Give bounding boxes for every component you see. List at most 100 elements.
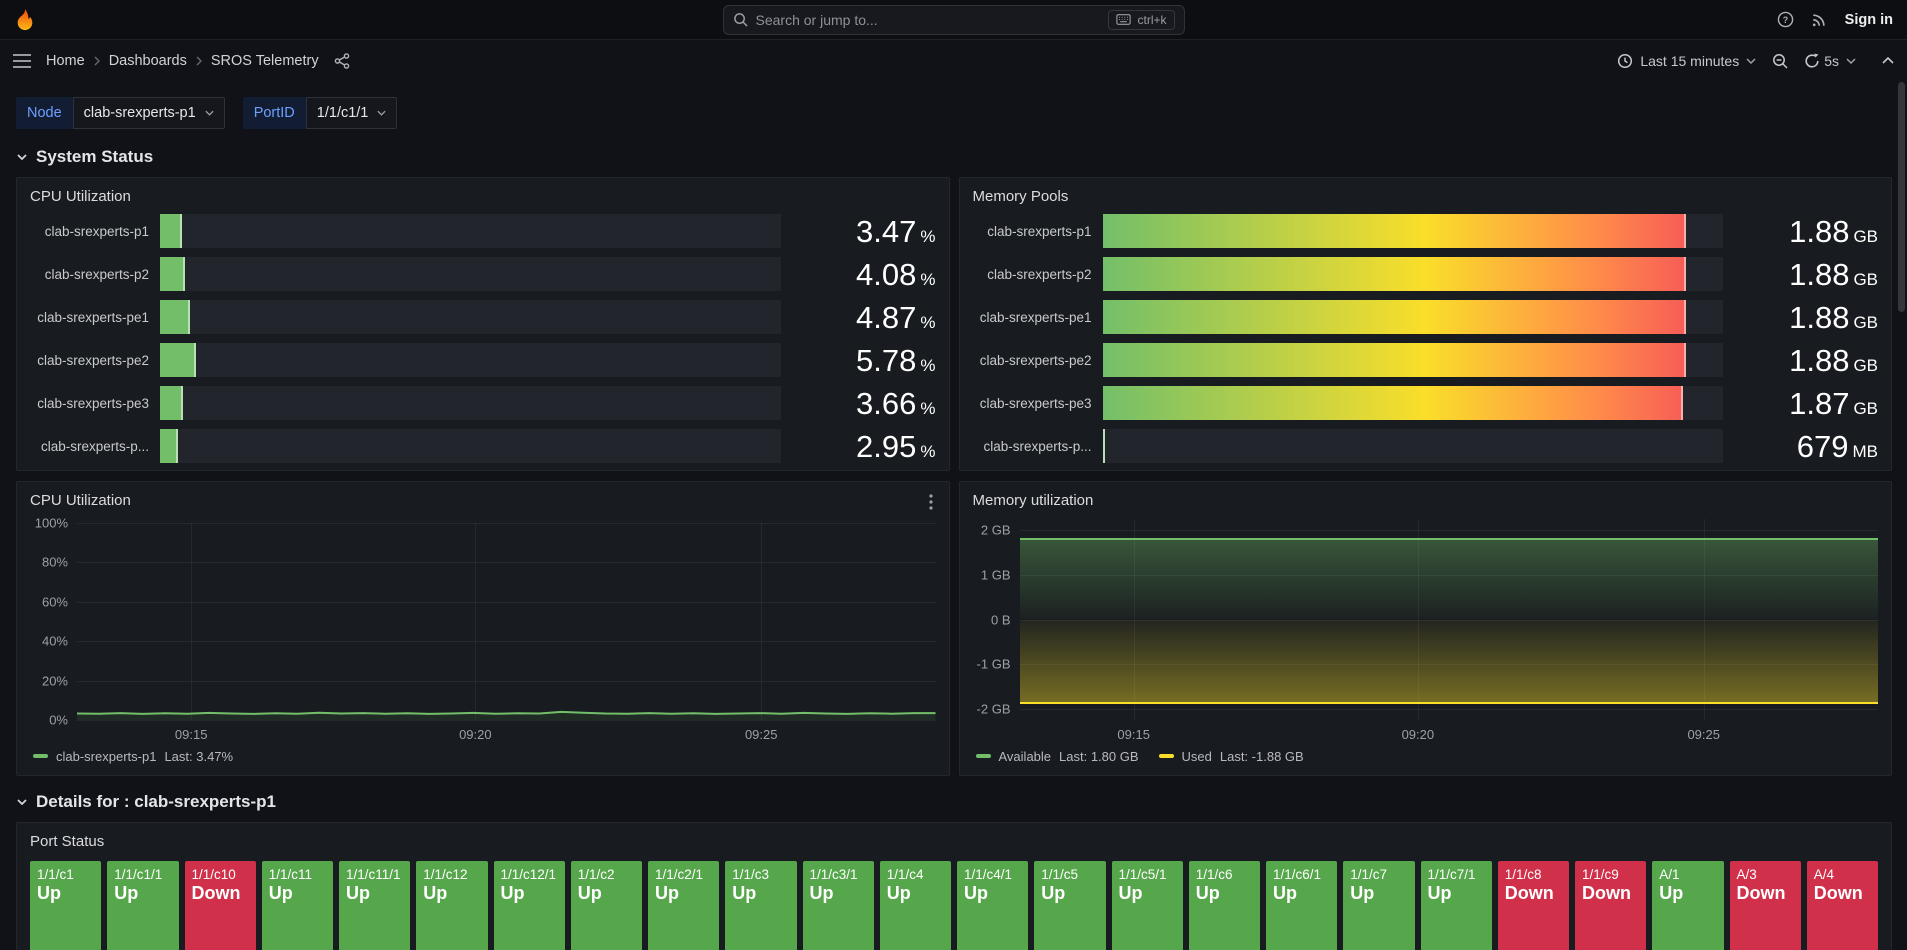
port-state: Up — [501, 883, 558, 904]
port-tile-A/3: A/3Down — [1730, 861, 1801, 950]
legend-item[interactable]: UsedLast: -1.88 GB — [1159, 749, 1304, 764]
refresh-icon[interactable] — [1804, 53, 1820, 69]
port-name: 1/1/c12 — [423, 867, 480, 882]
gauge-value: 1.88GB — [1723, 345, 1878, 376]
panel-title[interactable]: Port Status — [30, 830, 104, 852]
legend-last-value: Last: 1.80 GB — [1059, 749, 1139, 764]
port-tile-1/1/c3/1: 1/1/c3/1Up — [803, 861, 874, 950]
gridline-horizontal — [77, 720, 936, 721]
chevron-down-icon — [17, 799, 27, 805]
gauge-gradient-fill — [1103, 386, 1683, 420]
gauge-value: 1.88GB — [1723, 259, 1878, 290]
legend-label: clab-srexperts-p1 — [56, 749, 156, 764]
share-icon[interactable] — [334, 53, 350, 69]
menu-icon[interactable] — [13, 54, 31, 68]
legend-label: Used — [1182, 749, 1212, 764]
dashboard-content: Node clab-srexperts-p1 PortID 1/1/c1/1 S… — [0, 97, 1907, 950]
dashboard-toolbar: Home Dashboards SROS Telemetry Last 15 m… — [0, 40, 1907, 81]
panel-cpu-utilization-timeseries: CPU Utilization 100%80%60%40%20%0% 09:15… — [16, 481, 950, 776]
port-state: Up — [1350, 883, 1407, 904]
sign-in-link[interactable]: Sign in — [1845, 12, 1893, 28]
gauge-row: clab-srexperts-p...679MB — [973, 429, 1879, 463]
variable-node-value: clab-srexperts-p1 — [84, 105, 196, 121]
port-tile-1/1/c5: 1/1/c5Up — [1034, 861, 1105, 950]
gauge-value-number: 1.87 — [1789, 386, 1849, 421]
gauge-row-label: clab-srexperts-pe2 — [30, 353, 160, 368]
gauge-value-unit: GB — [1853, 313, 1878, 332]
panel-title[interactable]: CPU Utilization — [30, 489, 131, 511]
port-name: 1/1/c4/1 — [964, 867, 1021, 882]
gauge-bar — [160, 257, 185, 291]
search-shortcut-badge: ctrl+k — [1108, 10, 1174, 30]
collapse-toolbar-icon[interactable] — [1882, 57, 1894, 64]
port-name: 1/1/c5 — [1041, 867, 1098, 882]
panel-title[interactable]: Memory Pools — [973, 185, 1069, 207]
panel-menu-icon[interactable] — [926, 489, 936, 515]
refresh-interval-dropdown[interactable]: 5s — [1824, 53, 1856, 69]
legend-item[interactable]: clab-srexperts-p1Last: 3.47% — [33, 749, 233, 764]
port-tile-1/1/c4/1: 1/1/c4/1Up — [957, 861, 1028, 950]
section-details[interactable]: Details for : clab-srexperts-p1 — [17, 792, 1891, 812]
gauge-value-unit: % — [920, 442, 935, 461]
gauge-value-number: 5.78 — [856, 343, 916, 378]
gauge-gradient-fill — [1103, 300, 1686, 334]
refresh-interval-label: 5s — [1824, 53, 1839, 69]
gauge-track — [160, 214, 781, 248]
memory-chart-legend: AvailableLast: 1.80 GB UsedLast: -1.88 GB — [973, 745, 1879, 767]
variable-portid-dropdown[interactable]: 1/1/c1/1 — [306, 97, 398, 129]
breadcrumb-home[interactable]: Home — [46, 53, 85, 69]
panel-title[interactable]: CPU Utilization — [30, 185, 131, 207]
gauge-row: clab-srexperts-p11.88GB — [973, 214, 1879, 248]
y-axis-label: 1 GB — [981, 567, 1011, 582]
port-tile-1/1/c1: 1/1/c1Up — [30, 861, 101, 950]
gauge-value-number: 679 — [1797, 429, 1849, 464]
svg-text:?: ? — [1782, 15, 1787, 25]
port-tile-1/1/c7/1: 1/1/c7/1Up — [1421, 861, 1492, 950]
port-status-tiles: 1/1/c1Up1/1/c1/1Up1/1/c10Down1/1/c11Up1/… — [30, 861, 1878, 950]
gauge-track — [160, 429, 781, 463]
gauge-gradient-fill — [1103, 343, 1686, 377]
cpu-chart-legend: clab-srexperts-p1Last: 3.47% — [30, 745, 936, 767]
port-name: 1/1/c12/1 — [501, 867, 558, 882]
port-name: 1/1/c1/1 — [114, 867, 171, 882]
gauge-value: 4.08% — [781, 259, 936, 290]
variable-node-dropdown[interactable]: clab-srexperts-p1 — [73, 97, 225, 129]
search-bar[interactable]: ctrl+k — [723, 5, 1185, 35]
chevron-down-icon — [1846, 58, 1856, 64]
legend-swatch — [976, 754, 991, 758]
gauge-value: 1.88GB — [1723, 302, 1878, 333]
news-rss-icon[interactable] — [1811, 11, 1828, 28]
gauge-bar — [1103, 343, 1686, 377]
gauge-row: clab-srexperts-pe14.87% — [30, 300, 936, 334]
gauge-row-label: clab-srexperts-pe1 — [30, 310, 160, 325]
gauge-value-unit: GB — [1853, 270, 1878, 289]
grafana-logo-icon[interactable] — [14, 8, 36, 32]
zoom-out-icon[interactable] — [1772, 53, 1788, 69]
breadcrumb-dashboards[interactable]: Dashboards — [109, 53, 187, 69]
port-name: 1/1/c9 — [1582, 867, 1639, 882]
y-axis-label: -2 GB — [977, 701, 1011, 716]
port-state: Up — [1196, 883, 1253, 904]
panel-title[interactable]: Memory utilization — [973, 489, 1094, 511]
gauge-bar — [160, 386, 183, 420]
gauge-value-number: 1.88 — [1789, 214, 1849, 249]
gauge-value-unit: GB — [1853, 399, 1878, 418]
port-state: Up — [964, 883, 1021, 904]
scrollbar-thumb[interactable] — [1898, 82, 1905, 312]
gauge-value-unit: % — [920, 227, 935, 246]
y-axis-label: 20% — [42, 673, 68, 688]
help-icon[interactable]: ? — [1777, 11, 1794, 28]
gauge-value: 5.78% — [781, 345, 936, 376]
y-axis-label: 80% — [42, 555, 68, 570]
legend-item[interactable]: AvailableLast: 1.80 GB — [976, 749, 1139, 764]
variables-row: Node clab-srexperts-p1 PortID 1/1/c1/1 — [16, 97, 1892, 129]
gauge-track — [1103, 257, 1724, 291]
section-system-status[interactable]: System Status — [17, 147, 1891, 167]
gauge-value-unit: GB — [1853, 356, 1878, 375]
series-area-available — [1020, 539, 1879, 619]
gauge-value-number: 1.88 — [1789, 343, 1849, 378]
time-range-picker[interactable]: Last 15 minutes — [1617, 53, 1756, 69]
series-line-available — [1020, 538, 1879, 540]
search-input[interactable] — [756, 12, 1101, 28]
port-tile-1/1/c8: 1/1/c8Down — [1498, 861, 1569, 950]
